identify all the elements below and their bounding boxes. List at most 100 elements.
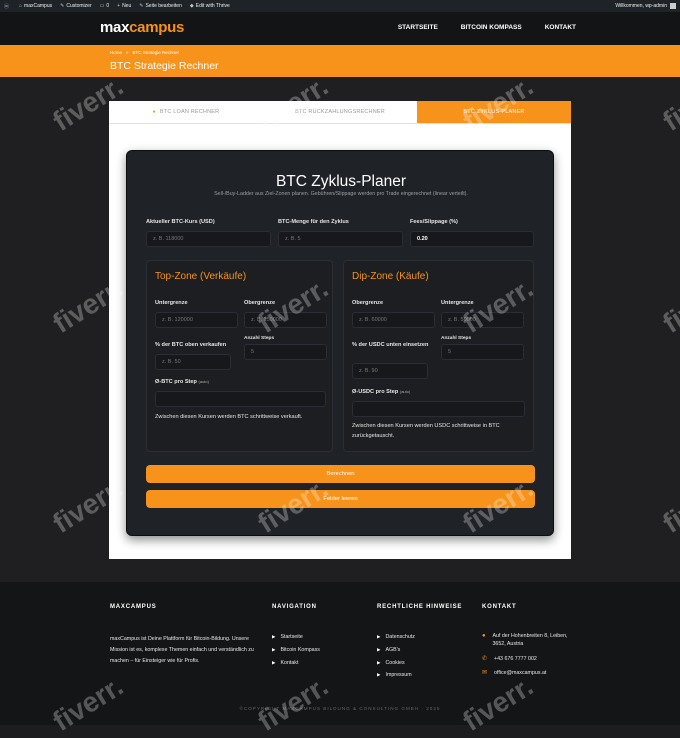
- dip-upper-input[interactable]: z. B. 60000: [352, 312, 435, 328]
- calculate-button[interactable]: Berechnen: [146, 465, 535, 483]
- clear-button[interactable]: Felder leeren: [146, 490, 535, 508]
- dip-zone: Dip-Zone (Käufe) Obergrenze z. B. 60000 …: [343, 260, 534, 452]
- footer-nav-title: NAVIGATION: [272, 604, 317, 610]
- planner-subtitle: Sell-/Buy-Ladder aus Ziel-Zonen planen. …: [214, 191, 468, 197]
- footer-address-text: Auf der Hohenbreiten 8, Leiben, 3652, Au…: [492, 633, 568, 647]
- footer-link-label: Kontakt: [280, 660, 299, 666]
- admin-comments-link[interactable]: ▭ 0: [100, 3, 110, 9]
- admin-comments-count: 0: [106, 3, 110, 9]
- site-header: maxcampus STARTSEITE BITCOIN KOMPASS KON…: [0, 12, 680, 45]
- footer-phone[interactable]: ✆ +43 676 7777 002: [482, 656, 537, 664]
- footer-link-agb[interactable]: ▶ AGB's: [377, 647, 400, 653]
- footer-link-kontakt[interactable]: ▶ Kontakt: [272, 660, 298, 666]
- admin-customizer-label: Customizer: [66, 3, 92, 9]
- admin-customizer-link[interactable]: ✎ Customizer: [60, 3, 92, 9]
- main-nav: STARTSEITE BITCOIN KOMPASS KONTAKT: [375, 24, 576, 31]
- tab-label: BTC LOAN RECHNER: [159, 109, 220, 115]
- arrow-icon: ▶: [377, 647, 381, 652]
- footer-email-text: office@maxcampus.at: [494, 670, 547, 676]
- footer-contact-title: KONTAKT: [482, 604, 517, 610]
- pencil-icon: ✎: [139, 3, 144, 9]
- footer-address: ● Auf der Hohenbreiten 8, Leiben, 3652, A…: [482, 633, 572, 648]
- top-per-step-hint: (auto): [198, 379, 209, 384]
- page-title: BTC Strategie Rechner: [110, 60, 219, 72]
- admin-site-label: maxCampus: [24, 3, 53, 9]
- dip-lower-input[interactable]: z. B. 50000: [441, 312, 524, 328]
- comment-icon: ▭: [99, 3, 105, 9]
- top-steps-input[interactable]: 5: [244, 344, 327, 360]
- top-zone: Top-Zone (Verkäufe) Untergrenze z. B. 12…: [146, 260, 333, 452]
- pin-icon: ●: [482, 633, 486, 639]
- dip-pct-label: % der USDC unten einsetzen: [352, 342, 429, 348]
- top-zone-note: Zwischen diesen Kursen werden BTC schrit…: [155, 414, 303, 420]
- nav-kontakt[interactable]: KONTAKT: [545, 24, 576, 31]
- top-zone-title: Top-Zone (Verkäufe): [155, 271, 247, 282]
- footer-email[interactable]: ✉ office@maxcampus.at: [482, 670, 546, 678]
- footer-legal-title: RECHTLICHE HINWEISE: [377, 604, 463, 610]
- top-pct-input[interactable]: z. B. 50: [155, 354, 231, 370]
- price-input[interactable]: z. B. 118000: [146, 231, 271, 247]
- top-lower-label: Untergrenze: [155, 300, 188, 306]
- wordpress-menu[interactable]: ⓦ: [4, 3, 11, 10]
- site-logo[interactable]: maxcampus: [100, 19, 184, 36]
- logo-part-campus: campus: [129, 19, 185, 36]
- amount-input[interactable]: z. B. 5: [278, 231, 403, 247]
- arrow-icon: ▶: [272, 634, 276, 639]
- site-footer: MAXCAMPUS maxCampus ist Deine Plattform …: [0, 582, 680, 725]
- dip-per-step-output: [352, 401, 525, 417]
- footer-copyright: ©COPYRIGHT MAXCAMPUS BILDUNG & CONSULTIN…: [239, 706, 441, 711]
- footer-link-label: Datenschutz: [385, 634, 415, 640]
- tab-label: BTC RÜCKZAHLUNGSRECHNER: [295, 109, 385, 115]
- wordpress-icon: ⓦ: [4, 3, 10, 10]
- admin-new-label: Neu: [122, 3, 132, 9]
- nav-startseite[interactable]: STARTSEITE: [398, 24, 438, 31]
- arrow-icon: ▶: [377, 672, 381, 677]
- plus-icon: +: [117, 3, 121, 9]
- home-icon: ⌂: [19, 3, 23, 9]
- footer-link-cookies[interactable]: ▶ Cookies: [377, 660, 405, 666]
- footer-about-title: MAXCAMPUS: [110, 604, 157, 610]
- tab-btc-rueckzahlung[interactable]: BTC RÜCKZAHLUNGSRECHNER: [263, 101, 417, 123]
- dip-pct-input[interactable]: z. B. 90: [352, 363, 428, 379]
- tab-btc-loan[interactable]: ● BTC LOAN RECHNER: [109, 101, 263, 123]
- dip-steps-input[interactable]: 5: [441, 344, 524, 360]
- tab-btc-zyklus[interactable]: BTC ZYKLUS-PLANER: [417, 101, 571, 123]
- footer-about-text: maxCampus ist Deine Plattform für Bitcoi…: [110, 636, 254, 664]
- page-banner: Home» BTC Strategie Rechner BTC Strategie…: [0, 45, 680, 77]
- mail-icon: ✉: [482, 670, 488, 676]
- top-lower-input[interactable]: z. B. 120000: [155, 312, 238, 328]
- top-steps-label: Anzahl Steps: [244, 336, 275, 341]
- thrive-icon: ◆: [189, 3, 194, 9]
- admin-thrive-link[interactable]: ◆ Edit with Thrive: [190, 3, 230, 9]
- admin-new-link[interactable]: + Neu: [117, 3, 131, 9]
- breadcrumb-home[interactable]: Home: [110, 50, 122, 55]
- dip-upper-label: Obergrenze: [352, 300, 384, 306]
- footer-link-label: Cookies: [385, 660, 405, 666]
- footer-link-label: Impressum: [385, 672, 412, 678]
- admin-edit-link[interactable]: ✎ Seite bearbeiten: [139, 3, 182, 9]
- amount-label: BTC-Menge für den Zyklus: [278, 219, 349, 225]
- dip-steps-label: Anzahl Steps: [441, 336, 472, 341]
- calculator-tabs: ● BTC LOAN RECHNER BTC RÜCKZAHLUNGSRECHNE…: [109, 101, 571, 124]
- dip-per-step-text: Ø-USDC pro Step: [352, 389, 399, 395]
- footer-phone-text: +43 676 7777 002: [494, 656, 537, 662]
- admin-account[interactable]: Willkommen, wp-admin: [615, 3, 676, 9]
- phone-icon: ✆: [482, 656, 488, 662]
- dip-zone-title: Dip-Zone (Käufe): [352, 271, 429, 282]
- price-label: Aktueller BTC-Kurs (USD): [146, 219, 215, 225]
- avatar: [670, 3, 676, 9]
- dip-lower-label: Untergrenze: [441, 300, 474, 306]
- fees-input[interactable]: 0.20: [410, 231, 534, 247]
- footer-link-datenschutz[interactable]: ▶ Datenschutz: [377, 634, 415, 640]
- top-upper-input[interactable]: z. B. 150000: [244, 312, 327, 328]
- admin-greeting: Willkommen, wp-admin: [615, 3, 667, 9]
- dip-per-step-label: Ø-USDC pro Step (auto): [352, 388, 410, 396]
- brush-icon: ✎: [60, 3, 65, 9]
- footer-link-bitcoin-kompass[interactable]: ▶ Bitcoin Kompass: [272, 647, 320, 653]
- planner-panel: BTC Zyklus-Planer Sell-/Buy-Ladder aus Z…: [126, 150, 554, 536]
- footer-link-startseite[interactable]: ▶ Startseite: [272, 634, 303, 640]
- footer-link-impressum[interactable]: ▶ Impressum: [377, 672, 412, 678]
- dip-per-step-hint: (auto): [399, 389, 411, 394]
- admin-site-link[interactable]: ⌂ maxCampus: [19, 3, 52, 9]
- nav-bitcoin-kompass[interactable]: BITCOIN KOMPASS: [461, 24, 522, 31]
